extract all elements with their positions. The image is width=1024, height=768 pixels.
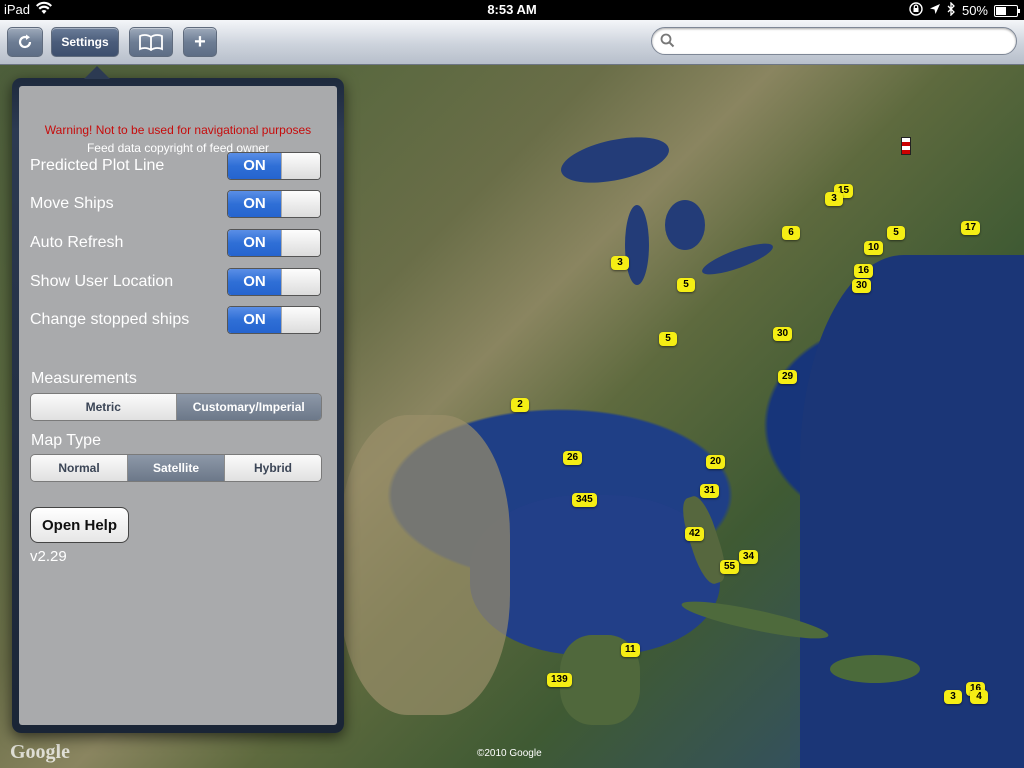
- switch-on-label: ON: [228, 230, 281, 256]
- change-stopped-ships-switch[interactable]: ON: [227, 306, 321, 334]
- great-lakes-water: [665, 200, 705, 250]
- ship-marker[interactable]: 10: [864, 241, 884, 255]
- ship-marker[interactable]: 30: [773, 327, 793, 341]
- ship-marker[interactable]: 3: [611, 256, 629, 270]
- ship-marker[interactable]: 11: [621, 643, 640, 657]
- search-icon: [660, 33, 675, 48]
- ship-marker[interactable]: 30: [852, 279, 872, 293]
- move-ships-switch[interactable]: ON: [227, 190, 321, 218]
- ship-marker[interactable]: 2: [511, 398, 529, 412]
- bluetooth-icon: [947, 1, 956, 19]
- show-user-location-label: Show User Location: [30, 273, 174, 290]
- switch-knob: [281, 307, 320, 333]
- ship-marker[interactable]: 42: [685, 527, 705, 541]
- map-copyright: ©2010 Google: [477, 748, 542, 759]
- toolbar: Settings +: [0, 20, 1024, 65]
- search-input[interactable]: [680, 31, 1004, 53]
- ship-marker[interactable]: 20: [706, 455, 726, 469]
- switch-on-label: ON: [228, 307, 281, 333]
- navigation-warning: Warning! Not to be used for navigational…: [44, 123, 312, 137]
- great-lakes-water: [699, 237, 776, 281]
- clock: 8:53 AM: [487, 2, 537, 17]
- auto-refresh-label: Auto Refresh: [30, 234, 124, 251]
- change-stopped-ships-label: Change stopped ships: [30, 311, 190, 328]
- status-bar: iPad 8:53 AM 50%: [0, 0, 1024, 20]
- switch-on-label: ON: [228, 269, 281, 295]
- switch-knob: [281, 230, 320, 256]
- ship-marker[interactable]: 16: [854, 264, 874, 278]
- great-lakes-water: [557, 129, 673, 191]
- ship-marker[interactable]: 5: [659, 332, 677, 346]
- add-button[interactable]: +: [183, 27, 217, 57]
- google-logo: Google: [10, 741, 70, 763]
- lighthouse-icon[interactable]: [901, 137, 911, 155]
- measurements-segmented-control: Metric Customary/Imperial: [30, 393, 322, 421]
- ship-marker[interactable]: 3: [825, 192, 843, 206]
- settings-panel: Warning! Not to be used for navigational…: [19, 86, 337, 725]
- ship-marker[interactable]: 55: [720, 560, 740, 574]
- ship-marker[interactable]: 17: [961, 221, 981, 235]
- settings-popover: Warning! Not to be used for navigational…: [12, 66, 344, 733]
- ship-marker[interactable]: 4: [970, 690, 988, 704]
- ship-marker[interactable]: 345: [572, 493, 597, 507]
- great-lakes-water: [625, 205, 649, 285]
- measurements-title: Measurements: [31, 370, 137, 387]
- ship-marker[interactable]: 5: [887, 226, 905, 240]
- open-help-button[interactable]: Open Help: [30, 507, 129, 543]
- ship-marker[interactable]: 26: [563, 451, 583, 465]
- segment-metric[interactable]: Metric: [31, 394, 177, 420]
- ship-marker[interactable]: 5: [677, 278, 695, 292]
- ship-marker[interactable]: 34: [739, 550, 759, 564]
- predicted-plot-line-label: Predicted Plot Line: [30, 157, 165, 174]
- search-field[interactable]: [651, 27, 1017, 55]
- ship-marker[interactable]: 139: [547, 673, 572, 687]
- show-user-location-switch[interactable]: ON: [227, 268, 321, 296]
- battery-percent: 50%: [961, 3, 988, 18]
- ship-marker[interactable]: 31: [700, 484, 720, 498]
- segment-satellite[interactable]: Satellite: [128, 455, 225, 481]
- switch-on-label: ON: [228, 153, 281, 179]
- refresh-button[interactable]: [7, 27, 43, 57]
- ship-marker[interactable]: 6: [782, 226, 800, 240]
- segment-hybrid[interactable]: Hybrid: [225, 455, 321, 481]
- map-type-segmented-control: Normal Satellite Hybrid: [30, 454, 322, 482]
- switch-knob: [281, 269, 320, 295]
- atlantic-ocean: [800, 255, 1024, 768]
- battery-icon: [994, 4, 1020, 17]
- segment-normal[interactable]: Normal: [31, 455, 128, 481]
- rotation-lock-icon: [909, 2, 923, 19]
- book-icon: [139, 34, 163, 51]
- bookmarks-button[interactable]: [129, 27, 173, 57]
- ship-marker[interactable]: 3: [944, 690, 962, 704]
- mexico-desert: [340, 415, 510, 715]
- battery-fill: [996, 6, 1006, 15]
- version-label: v2.29: [30, 548, 67, 565]
- location-icon: [929, 3, 941, 18]
- predicted-plot-line-switch[interactable]: ON: [227, 152, 321, 180]
- ship-marker[interactable]: 29: [778, 370, 798, 384]
- settings-button[interactable]: Settings: [51, 27, 119, 57]
- switch-on-label: ON: [228, 191, 281, 217]
- refresh-icon: [18, 34, 32, 49]
- switch-knob: [281, 153, 320, 179]
- segment-customary-imperial[interactable]: Customary/Imperial: [176, 394, 321, 420]
- switch-knob: [281, 191, 320, 217]
- popover-arrow: [84, 66, 110, 79]
- auto-refresh-switch[interactable]: ON: [227, 229, 321, 257]
- move-ships-label: Move Ships: [30, 195, 114, 212]
- hispaniola: [830, 655, 920, 683]
- map-type-title: Map Type: [31, 432, 101, 449]
